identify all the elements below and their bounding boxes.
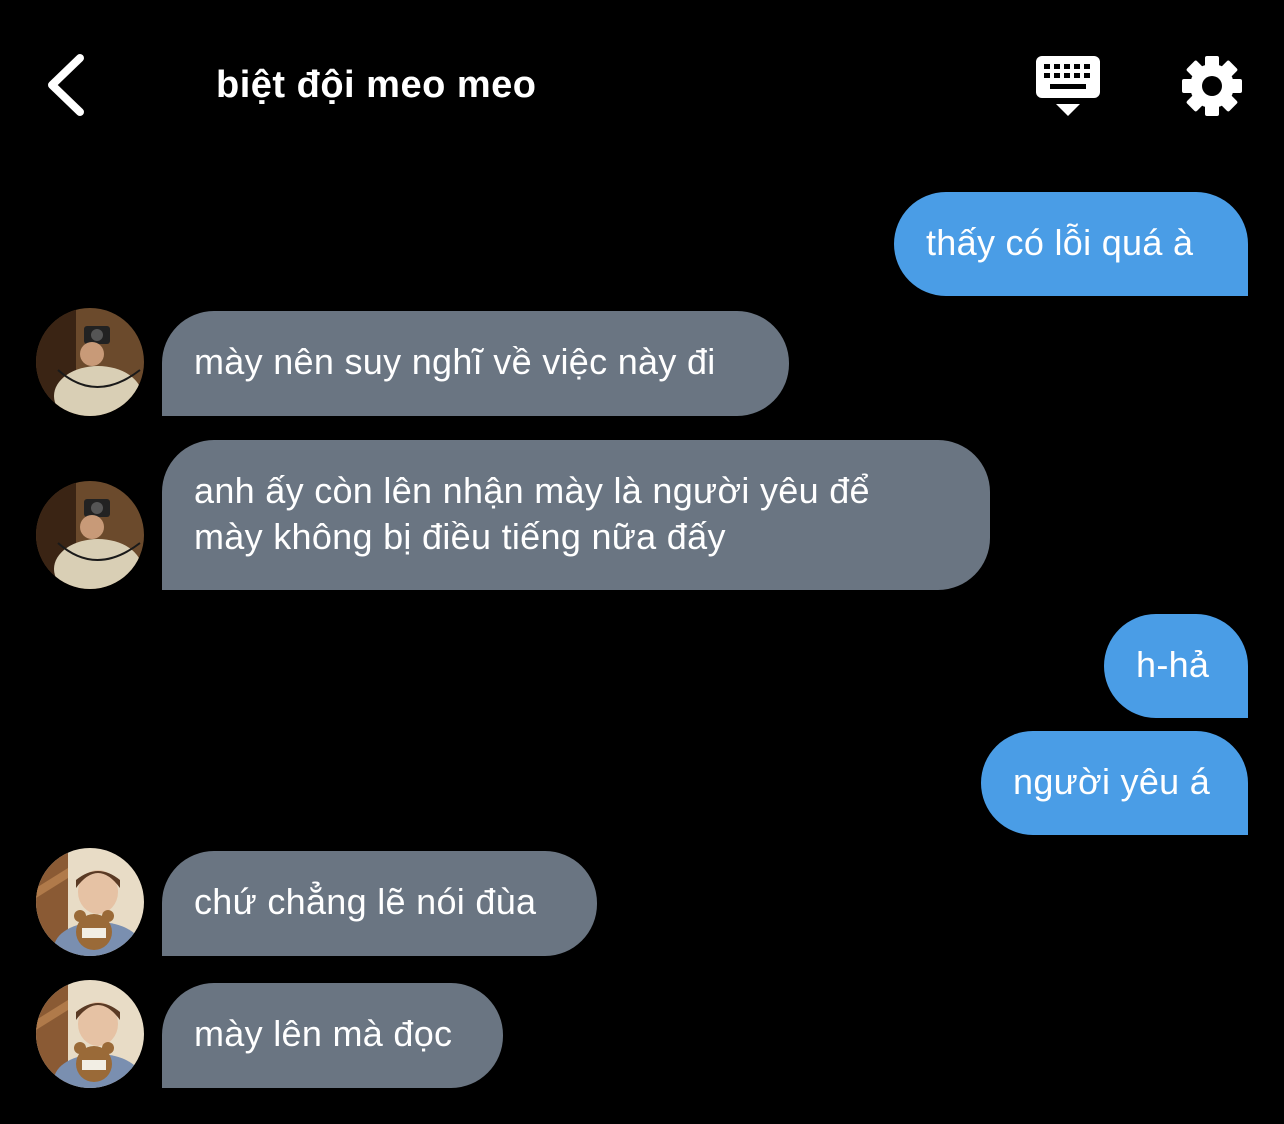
outgoing-message-bubble[interactable]: người yêu á xyxy=(981,731,1248,835)
avatar[interactable] xyxy=(36,481,144,589)
incoming-message-bubble[interactable]: chứ chẳng lẽ nói đùa xyxy=(162,851,597,956)
avatar[interactable] xyxy=(36,980,144,1088)
avatar-teddy-bear xyxy=(36,980,144,1088)
avatar-teddy-bear xyxy=(36,848,144,956)
chat-screen: biệt đội meo meo thấy có lỗi quá à mày n… xyxy=(0,0,1284,1124)
avatar[interactable] xyxy=(36,848,144,956)
incoming-message-bubble[interactable]: mày nên suy nghĩ về việc này đi xyxy=(162,311,789,416)
message-list: thấy có lỗi quá à mày nên suy nghĩ về vi… xyxy=(0,0,1284,1124)
outgoing-message-bubble[interactable]: thấy có lỗi quá à xyxy=(894,192,1248,296)
incoming-message-bubble[interactable]: anh ấy còn lên nhận mày là người yêu để … xyxy=(162,440,990,590)
avatar[interactable] xyxy=(36,308,144,416)
avatar-mirror-selfie xyxy=(36,481,144,589)
avatar-mirror-selfie xyxy=(36,308,144,416)
incoming-message-bubble[interactable]: mày lên mà đọc xyxy=(162,983,503,1088)
outgoing-message-bubble[interactable]: h-hả xyxy=(1104,614,1248,718)
